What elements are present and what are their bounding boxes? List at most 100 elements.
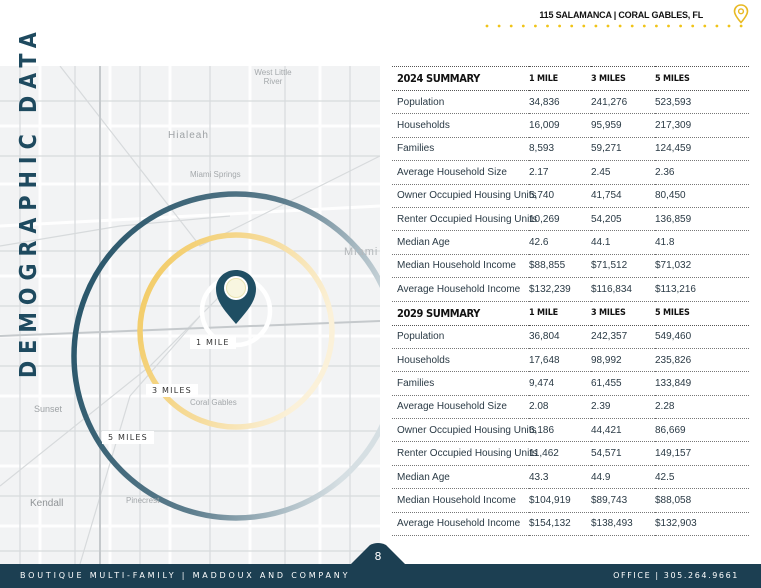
cell-value: 549,460 bbox=[655, 325, 749, 349]
column-header: 3 MILES bbox=[591, 300, 655, 326]
cell-value: 242,357 bbox=[591, 325, 655, 349]
cell-value: 8,593 bbox=[529, 137, 591, 162]
cell-value: 34,836 bbox=[529, 90, 591, 115]
cell-value: $132,903 bbox=[655, 512, 749, 537]
row-label: Average Household Size bbox=[392, 160, 529, 185]
table-row: Average Household Income $154,132 $138,493… bbox=[392, 512, 749, 537]
cell-value: 17,648 bbox=[529, 348, 591, 373]
row-label: Average Household Size bbox=[392, 395, 529, 420]
summary-header-row: 2024 SUMMARY 1 MILE 3 MILES 5 MILES bbox=[392, 66, 749, 91]
table-row: Families 8,593 59,271 124,459 bbox=[392, 137, 749, 162]
row-label: Renter Occupied Housing Units bbox=[392, 441, 537, 466]
row-label: Families bbox=[392, 371, 529, 396]
cell-value: 36,804 bbox=[529, 325, 591, 349]
cell-value: 217,309 bbox=[655, 113, 749, 138]
divider-dot bbox=[715, 24, 719, 28]
cell-value: 54,571 bbox=[591, 441, 655, 466]
footer-company: BOUTIQUE MULTI-FAMILY | MADDOUX AND COMP… bbox=[20, 571, 351, 580]
divider-dot bbox=[618, 24, 622, 28]
cell-value: 44.1 bbox=[591, 230, 655, 255]
cell-value: 41,754 bbox=[591, 184, 655, 208]
cell-value: 2.39 bbox=[591, 395, 655, 420]
divider-dot bbox=[582, 24, 586, 28]
row-label: Families bbox=[392, 137, 529, 162]
cell-value: $116,834 bbox=[591, 277, 655, 302]
column-header: 5 MILES bbox=[655, 300, 749, 326]
row-label: Owner Occupied Housing Units bbox=[392, 184, 537, 208]
table-row: Population 34,836 241,276 523,593 bbox=[392, 90, 749, 115]
cell-value: 2.08 bbox=[529, 395, 591, 420]
gold-dot-divider bbox=[485, 24, 743, 28]
table-row: Renter Occupied Housing Units 11,462 54,57… bbox=[392, 441, 749, 466]
cell-value: 2.28 bbox=[655, 395, 749, 420]
map-label-miami: Miami bbox=[344, 246, 379, 258]
cell-value: 54,205 bbox=[591, 207, 655, 232]
cell-value: $138,493 bbox=[591, 512, 655, 537]
table-row: Median Age 42.6 44.1 41.8 bbox=[392, 230, 749, 255]
cell-value: 235,826 bbox=[655, 348, 749, 373]
cell-value: 80,450 bbox=[655, 184, 749, 208]
section-title: DEMOGRAPHIC DATA bbox=[16, 25, 42, 378]
cell-value: 95,959 bbox=[591, 113, 655, 138]
map-label-kendall: Kendall bbox=[30, 498, 64, 509]
column-header: 1 MILE bbox=[529, 300, 591, 326]
divider-dot bbox=[667, 24, 670, 28]
divider-dot bbox=[558, 24, 561, 28]
table-row: Median Household Income $104,919 $89,743 $8… bbox=[392, 488, 749, 513]
cell-value: $104,919 bbox=[529, 488, 591, 513]
table-row: Average Household Income $132,239 $116,834… bbox=[392, 277, 749, 302]
divider-dot bbox=[642, 24, 646, 28]
table-row: Median Household Income $88,855 $71,512 $71… bbox=[392, 254, 749, 279]
cell-value: 2.36 bbox=[655, 160, 749, 185]
row-label: Population bbox=[392, 325, 529, 349]
cell-value: $71,512 bbox=[591, 254, 655, 279]
five-miles-label: 5 MILES bbox=[102, 431, 154, 444]
divider-dot bbox=[679, 24, 682, 28]
divider-dot bbox=[521, 24, 525, 28]
divider-dot bbox=[485, 24, 489, 28]
row-label: Median Household Income bbox=[392, 254, 529, 279]
row-label: Owner Occupied Housing Units bbox=[392, 418, 537, 443]
cell-value: 523,593 bbox=[655, 90, 749, 115]
summary-title: 2029 SUMMARY bbox=[392, 300, 529, 326]
one-mile-label: 1 MILE bbox=[190, 336, 236, 349]
divider-dot bbox=[546, 24, 549, 28]
cell-value: 133,849 bbox=[655, 371, 749, 396]
divider-dot bbox=[691, 24, 695, 28]
cell-value: 11,462 bbox=[529, 441, 591, 466]
page-number: 8 bbox=[374, 550, 382, 563]
divider-dot bbox=[703, 24, 707, 28]
row-label: Population bbox=[392, 90, 529, 115]
table-row: Renter Occupied Housing Units 10,269 54,20… bbox=[392, 207, 749, 232]
divider-dot bbox=[655, 24, 658, 28]
column-header: 5 MILES bbox=[655, 66, 749, 91]
column-header: 3 MILES bbox=[591, 66, 655, 91]
demographics-table: 2024 SUMMARY 1 MILE 3 MILES 5 MILES Populati… bbox=[392, 66, 749, 537]
three-miles-label: 3 MILES bbox=[146, 384, 198, 397]
cell-value: 136,859 bbox=[655, 207, 749, 232]
cell-value: 149,157 bbox=[655, 441, 749, 466]
divider-dot bbox=[739, 24, 743, 28]
table-row: Owner Occupied Housing Units 6,186 44,421 8… bbox=[392, 418, 749, 443]
cell-value: $88,058 bbox=[655, 488, 749, 513]
footer-bar: BOUTIQUE MULTI-FAMILY | MADDOUX AND COMP… bbox=[0, 564, 761, 588]
map-label-west-little-river: West Little River bbox=[254, 68, 292, 86]
map-label-pinecrest: Pinecrest bbox=[126, 496, 160, 505]
table-row: Average Household Size 2.08 2.39 2.28 bbox=[392, 395, 749, 420]
divider-dot bbox=[509, 24, 513, 28]
cell-value: 241,276 bbox=[591, 90, 655, 115]
row-label: Average Household Income bbox=[392, 512, 529, 537]
cell-value: $89,743 bbox=[591, 488, 655, 513]
map-label-coral-gables: Coral Gables bbox=[190, 398, 237, 407]
row-label: Average Household Income bbox=[392, 277, 529, 302]
area-map: West Little River Hialeah Miami Springs … bbox=[0, 66, 380, 564]
cell-value: 86,669 bbox=[655, 418, 749, 443]
divider-dot bbox=[606, 24, 610, 28]
map-label-miami-springs: Miami Springs bbox=[190, 170, 241, 179]
table-row: Average Household Size 2.17 2.45 2.36 bbox=[392, 160, 749, 185]
table-row: Median Age 43.3 44.9 42.5 bbox=[392, 465, 749, 490]
cell-value: 42.6 bbox=[529, 230, 591, 255]
divider-dot bbox=[534, 24, 537, 28]
cell-value: $113,216 bbox=[655, 277, 749, 302]
map-label-hialeah: Hialeah bbox=[168, 130, 209, 141]
